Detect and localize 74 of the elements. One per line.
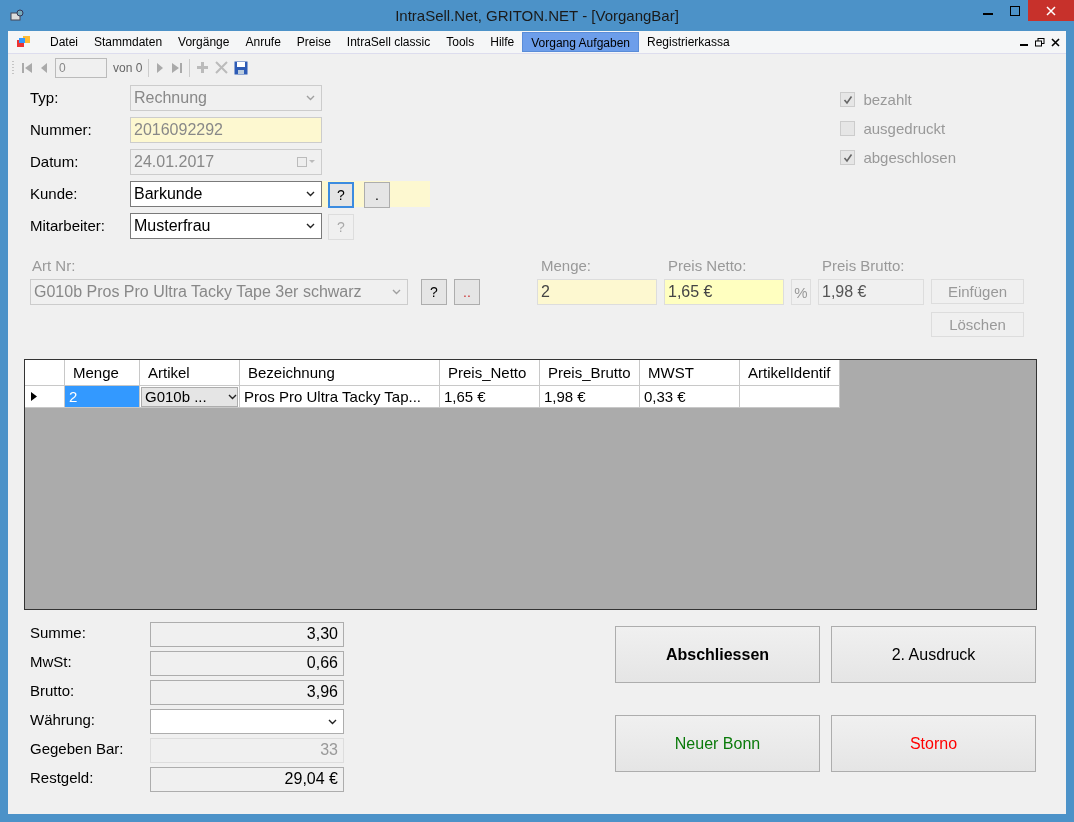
checkbox[interactable] [840, 150, 856, 165]
app-icon [10, 8, 24, 23]
table-cell: 0,33 € [640, 386, 740, 408]
field-label: Gegeben Bar: [30, 739, 125, 759]
lookup-button[interactable]: ? [328, 182, 354, 208]
menu-item[interactable]: Preise [288, 32, 339, 52]
action-button[interactable]: Abschliessen [615, 626, 820, 683]
menu-item[interactable]: Hilfe [482, 32, 523, 52]
field-label: MwSt: [30, 652, 73, 672]
lookup-button[interactable]: ? [421, 279, 447, 305]
column-header[interactable]: MWST [640, 360, 740, 386]
column-header[interactable]: Menge [65, 360, 140, 386]
column-header[interactable]: Artikel [140, 360, 240, 386]
field-label: Datum: [30, 152, 80, 170]
checkbox-label: bezahlt [863, 91, 912, 108]
lookup-button[interactable]: . [364, 182, 390, 208]
column-header[interactable]: Preis_Netto [440, 360, 540, 386]
row-header[interactable] [25, 386, 65, 408]
field-label: Restgeld: [30, 768, 95, 788]
price-field[interactable]: 2 [537, 279, 657, 305]
total-field: 29,04 € [150, 767, 344, 792]
menu-item[interactable]: Vorgang Aufgaben [522, 32, 639, 52]
column-header[interactable]: Preis_Brutto [540, 360, 640, 386]
restore-icon[interactable] [1035, 37, 1045, 47]
close-icon[interactable] [1051, 37, 1060, 47]
menu-item[interactable]: IntraSell classic [338, 32, 439, 52]
field-label: Summe: [30, 623, 87, 643]
field-label: Kunde: [30, 184, 79, 202]
checkbox[interactable] [840, 121, 856, 136]
table-cell: 1,98 € [540, 386, 640, 408]
field-label: Nummer: [30, 120, 93, 138]
total-field: 3,96 [150, 680, 344, 705]
total-field: 0,66 [150, 651, 344, 676]
total-field: 3,30 [150, 622, 344, 647]
field-label: Preis Brutto: [821, 257, 906, 275]
table-cell: 2 [65, 386, 140, 408]
window-title: IntraSell.Net, GRITON.NET - [VorgangBar] [395, 7, 679, 24]
checkbox-label: ausgedruckt [863, 120, 946, 137]
form-icon[interactable] [16, 35, 32, 49]
menu-item[interactable]: Datei [42, 32, 86, 52]
menu-item[interactable]: Vorgänge [170, 32, 238, 52]
checkmark-icon [842, 94, 853, 105]
field-label: Typ: [30, 88, 60, 106]
menu-item[interactable]: Anrufe [237, 32, 289, 52]
column-header[interactable]: Bezeichnung [240, 360, 440, 386]
cell-dropdown[interactable]: G010b ... [141, 386, 238, 407]
field-label: Brutto: [30, 681, 76, 701]
dropdown-field[interactable]: Musterfrau [130, 213, 322, 239]
menu-item[interactable]: Registrierkassa [639, 32, 738, 52]
field-label: Art Nr: [31, 257, 77, 275]
menu-item[interactable]: Tools [438, 32, 483, 52]
field-label: Mitarbeiter: [30, 216, 107, 234]
field-label: Preis Netto: [667, 257, 748, 275]
table-cell: Pros Pro Ultra Tacky Tap... [240, 386, 440, 408]
checkmark-icon [842, 152, 853, 163]
checkbox[interactable] [840, 92, 856, 107]
record-count: von 0 [113, 60, 143, 75]
price-field[interactable]: 1,65 € [664, 279, 784, 305]
field-label: Währung: [30, 710, 97, 730]
lookup-button[interactable]: .. [454, 279, 480, 305]
save-icon[interactable] [234, 60, 249, 75]
column-header[interactable]: ArtikelIdentif [740, 360, 840, 386]
close-button[interactable] [1028, 0, 1074, 21]
select-all-cell[interactable] [25, 360, 65, 386]
field-label: Menge: [540, 257, 593, 275]
action-button[interactable]: Neuer Bonn [615, 715, 820, 772]
table-cell: 1,65 € [440, 386, 540, 408]
dropdown-field[interactable]: Barkunde [130, 181, 322, 207]
price-field[interactable]: 1,98 € [818, 279, 924, 305]
checkbox-label: abgeschlosen [863, 149, 956, 166]
total-field: 33 [150, 738, 344, 763]
menu-item[interactable]: Stammdaten [86, 32, 171, 52]
action-button[interactable]: 2. Ausdruck [831, 626, 1036, 683]
maximize-icon[interactable] [1009, 5, 1020, 16]
